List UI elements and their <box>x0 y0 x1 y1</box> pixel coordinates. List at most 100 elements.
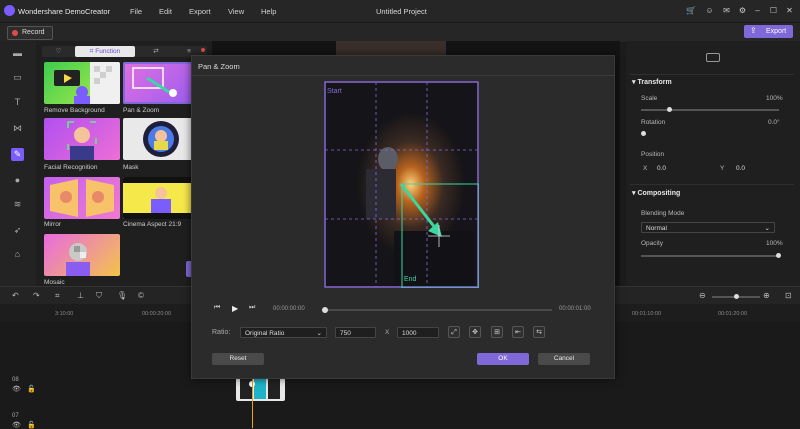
cancel-button[interactable]: Cancel <box>538 353 590 365</box>
record-button[interactable]: Record <box>7 26 53 40</box>
fit-frame-icon[interactable]: ⤢ <box>448 326 460 338</box>
blending-mode-label: Blending Mode <box>641 210 685 217</box>
copyright-icon[interactable]: © <box>138 291 144 300</box>
align-left-icon[interactable]: ⇤ <box>512 326 524 338</box>
timeline-clip[interactable] <box>236 377 285 401</box>
lock-icon[interactable]: 🔓 <box>27 385 36 393</box>
video-properties-icon[interactable] <box>706 53 720 62</box>
divider <box>192 75 614 76</box>
close-icon[interactable]: ✕ <box>785 6 794 15</box>
undo-icon[interactable]: ↶ <box>12 291 19 300</box>
stickers-icon[interactable]: ● <box>11 174 24 187</box>
app-logo-icon <box>4 5 15 16</box>
preview-frame <box>336 41 446 55</box>
cinema-aspect-art <box>123 177 199 219</box>
cart-icon[interactable]: 🛒 <box>686 6 696 15</box>
blending-mode-select[interactable]: Normal ⌄ <box>641 222 775 233</box>
settings-icon[interactable]: ⚙ <box>738 6 747 15</box>
divider <box>630 184 794 185</box>
playhead[interactable] <box>252 377 253 428</box>
width-field[interactable]: 750 <box>335 327 376 338</box>
menu-file[interactable]: File <box>130 7 142 16</box>
effect-label: Cinema Aspect 21:9 <box>123 221 182 228</box>
export-label: Export <box>766 28 787 35</box>
menu-edit[interactable]: Edit <box>159 7 172 16</box>
scale-slider-knob[interactable] <box>666 107 672 112</box>
effect-mask[interactable] <box>123 118 199 160</box>
opacity-label: Opacity <box>641 240 664 247</box>
captions-icon[interactable]: T <box>11 96 24 109</box>
timeline-zoom-knob[interactable] <box>734 294 739 299</box>
menu-export[interactable]: Export <box>189 7 211 16</box>
record-dot-icon <box>12 30 18 36</box>
effects-icon[interactable]: ✎ <box>11 148 24 161</box>
menu-view[interactable]: View <box>228 7 244 16</box>
pan-zoom-preview <box>324 81 479 288</box>
transform-section[interactable]: ▾ Transform <box>632 78 672 86</box>
chevron-down-icon: ⌄ <box>764 225 770 232</box>
minimize-icon[interactable]: – <box>753 6 762 15</box>
pan-zoom-canvas[interactable]: Start End <box>324 81 479 288</box>
menu-help[interactable]: Help <box>261 7 276 16</box>
total-time: 00:00:01:00 <box>559 306 591 312</box>
previous-frame-icon[interactable]: ⏮ <box>214 304 220 312</box>
maximize-icon[interactable]: ☐ <box>769 6 778 15</box>
mail-icon[interactable]: ✉ <box>722 6 731 15</box>
scale-slider[interactable] <box>641 109 779 111</box>
center-frame-icon[interactable]: ✥ <box>469 326 481 338</box>
app-name: Wondershare DemoCreator <box>18 7 110 16</box>
redo-icon[interactable]: ↷ <box>33 291 40 300</box>
position-x-field[interactable]: 0.0 <box>653 163 697 174</box>
ruler-tick: 00:01:20:00 <box>718 311 748 317</box>
position-y-field[interactable]: 0.0 <box>732 163 776 174</box>
effect-mosaic[interactable] <box>44 234 120 276</box>
audio-icon[interactable]: ≋ <box>11 198 24 211</box>
playback-progress[interactable] <box>322 309 552 311</box>
fill-frame-icon[interactable]: ⊞ <box>491 326 503 338</box>
ok-button[interactable]: OK <box>477 353 529 365</box>
start-frame-label: Start <box>327 88 342 95</box>
compositing-section[interactable]: ▾ Compositing <box>632 189 680 197</box>
tab-function[interactable]: ⌗ Function <box>75 46 135 57</box>
fit-timeline-icon[interactable]: ⊡ <box>785 291 792 300</box>
opacity-value: 100% <box>766 240 783 247</box>
cursor-icon[interactable]: ➶ <box>11 224 24 237</box>
ratio-select[interactable]: Original Ratio ⌄ <box>240 327 327 338</box>
store-icon[interactable]: ⌂ <box>11 248 24 261</box>
tab-favorites[interactable]: ♡ <box>42 46 75 57</box>
eye-icon[interactable]: 👁 <box>12 385 21 393</box>
opacity-slider[interactable] <box>641 255 779 257</box>
rotation-knob[interactable] <box>641 131 646 136</box>
transitions-icon[interactable]: ⋈ <box>11 122 24 135</box>
microphone-icon[interactable]: 🎙 <box>117 291 127 300</box>
tab-transition[interactable]: ⇄ <box>135 46 177 57</box>
height-field[interactable]: 1000 <box>397 327 439 338</box>
crop-icon[interactable]: ⌗ <box>55 291 60 301</box>
effect-pan-zoom[interactable] <box>123 62 199 104</box>
play-icon[interactable]: ▶ <box>232 304 238 313</box>
split-icon[interactable]: ⊥ <box>77 291 84 300</box>
position-y-label: Y <box>720 165 725 172</box>
effect-cinema-aspect[interactable] <box>123 177 199 219</box>
next-frame-icon[interactable]: ⏭ <box>249 304 255 312</box>
media-folder-icon[interactable]: ▬ <box>11 47 24 60</box>
zoom-in-icon[interactable]: ⊕ <box>763 291 770 300</box>
opacity-slider-knob[interactable] <box>776 253 781 258</box>
effect-mirror[interactable] <box>44 177 120 219</box>
zoom-out-icon[interactable]: ⊖ <box>699 291 706 300</box>
effect-label: Mosaic <box>44 279 65 286</box>
notification-dot <box>201 48 205 52</box>
swap-frames-icon[interactable]: ⇆ <box>533 326 545 338</box>
export-button[interactable]: ⇪ Export <box>744 25 793 38</box>
effect-remove-background[interactable] <box>44 62 120 104</box>
progress-knob[interactable] <box>322 307 328 313</box>
effect-label: Mirror <box>44 221 61 228</box>
annotation-icon[interactable]: ▭ <box>11 71 24 84</box>
reset-button[interactable]: Reset <box>212 353 264 365</box>
ruler-tick: 00:00:20:00 <box>142 311 172 317</box>
effect-facial-recognition[interactable] <box>44 118 120 160</box>
record-label: Record <box>22 29 45 36</box>
effect-label: Remove Background <box>44 107 105 114</box>
shield-icon[interactable]: ⛉ <box>96 291 102 301</box>
user-icon[interactable]: ☺ <box>705 6 714 15</box>
